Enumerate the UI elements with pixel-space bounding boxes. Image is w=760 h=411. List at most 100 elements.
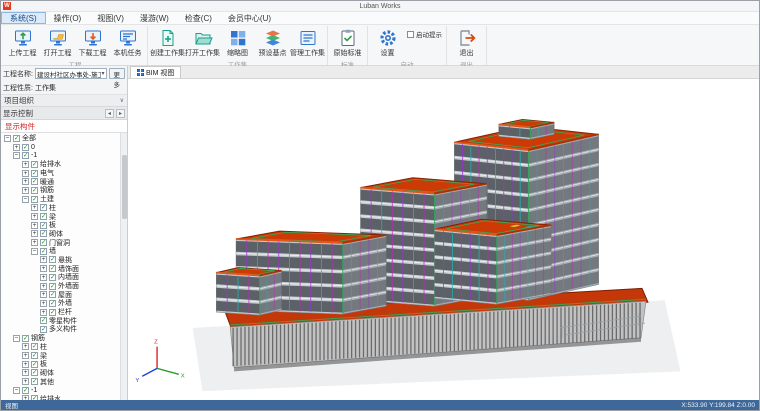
tree-item-4[interactable]: +✓电气: [2, 169, 119, 178]
tree-expander-icon[interactable]: +: [40, 265, 47, 272]
tree-expander-icon[interactable]: +: [40, 309, 47, 316]
tree-item-27[interactable]: +✓砌体: [2, 369, 119, 378]
tree-checkbox[interactable]: ✓: [40, 317, 47, 324]
tree-checkbox[interactable]: ✓: [40, 248, 47, 255]
tree-checkbox[interactable]: ✓: [40, 222, 47, 229]
tree-item-28[interactable]: +✓其他: [2, 377, 119, 386]
tree-checkbox[interactable]: ✓: [49, 283, 56, 290]
tree-expander-icon[interactable]: +: [40, 291, 47, 298]
tree-expander-icon[interactable]: −: [13, 335, 20, 342]
tree-expander-icon[interactable]: +: [22, 352, 29, 359]
menu-item-1[interactable]: 操作(O): [46, 12, 90, 24]
tree-expander-icon[interactable]: +: [40, 283, 47, 290]
tree-checkbox[interactable]: ✓: [31, 170, 38, 177]
tree-checkbox[interactable]: ✓: [31, 361, 38, 368]
tree-checkbox[interactable]: ✓: [49, 256, 56, 263]
tree-expander-icon[interactable]: +: [40, 256, 47, 263]
tree-item-24[interactable]: +✓柱: [2, 343, 119, 352]
tree-expander-icon[interactable]: −: [13, 387, 20, 394]
tree-expander-icon[interactable]: +: [31, 222, 38, 229]
tree-expander-icon[interactable]: +: [40, 300, 47, 307]
tree-checkbox[interactable]: ✓: [49, 265, 56, 272]
tree-expander-icon[interactable]: +: [22, 178, 29, 185]
ribbon-button-exit[interactable]: 退出: [449, 26, 484, 59]
tree-checkbox[interactable]: ✓: [31, 161, 38, 168]
ribbon-button-gear[interactable]: 设置: [370, 26, 405, 59]
tree-checkbox[interactable]: ✓: [49, 274, 56, 281]
tree-checkbox[interactable]: ✓: [31, 395, 38, 400]
tree-expander-icon[interactable]: −: [13, 152, 20, 159]
tree-scrollbar-thumb[interactable]: [122, 155, 127, 219]
display-component-tab[interactable]: 显示构件: [1, 120, 127, 133]
more-button[interactable]: 更多: [109, 68, 125, 79]
tree-expander-icon[interactable]: +: [22, 395, 29, 400]
tree-checkbox[interactable]: ✓: [49, 291, 56, 298]
tree-checkbox[interactable]: ✓: [22, 387, 29, 394]
tree-item-26[interactable]: +✓板: [2, 360, 119, 369]
ribbon-button-manage-workset[interactable]: 管理工作集: [290, 26, 325, 59]
tree-item-25[interactable]: +✓梁: [2, 351, 119, 360]
startup-prompt-checkbox[interactable]: 启动提示: [407, 29, 442, 39]
tree-checkbox[interactable]: ✓: [22, 144, 29, 151]
ribbon-button-standard[interactable]: 原始标准: [330, 26, 365, 59]
tree-expander-icon[interactable]: +: [22, 343, 29, 350]
tree-expander-icon[interactable]: +: [22, 378, 29, 385]
tree-expander-icon[interactable]: +: [13, 144, 20, 151]
tree-checkbox[interactable]: ✓: [40, 230, 47, 237]
tree-checkbox[interactable]: ✓: [31, 343, 38, 350]
tree-expander-icon[interactable]: +: [31, 204, 38, 211]
tree-item-1[interactable]: +✓0: [2, 143, 119, 152]
tree-expander-icon[interactable]: +: [40, 274, 47, 281]
menu-item-3[interactable]: 漫游(W): [132, 12, 177, 24]
tree-expander-icon[interactable]: +: [22, 187, 29, 194]
tree-expander-icon[interactable]: +: [31, 230, 38, 237]
ribbon-button-basepoint[interactable]: 预设基点: [255, 26, 290, 59]
tree-checkbox[interactable]: ✓: [31, 369, 38, 376]
tree-expander-icon[interactable]: +: [22, 161, 29, 168]
tree-expander-icon[interactable]: −: [22, 196, 29, 203]
tree-item-3[interactable]: +✓给排水: [2, 160, 119, 169]
tree-expander-icon[interactable]: +: [22, 170, 29, 177]
tree-item-8[interactable]: +✓柱: [2, 204, 119, 213]
tree-checkbox[interactable]: ✓: [40, 204, 47, 211]
menu-item-5[interactable]: 会员中心(U): [220, 12, 279, 24]
tree-expander-icon[interactable]: +: [22, 369, 29, 376]
tab-bim-view[interactable]: BIM 视图: [130, 66, 181, 78]
ribbon-button-open-workset[interactable]: 打开工作集: [185, 26, 220, 59]
project-org-section[interactable]: 项目组织 ∨: [1, 94, 127, 107]
tree-checkbox[interactable]: ✓: [49, 309, 56, 316]
ribbon-button-upload-monitor[interactable]: 上传工程: [5, 26, 40, 59]
tree-checkbox[interactable]: ✓: [22, 152, 29, 159]
tree-item-7[interactable]: −✓土建: [2, 195, 119, 204]
tree-item-5[interactable]: +✓暖通: [2, 177, 119, 186]
tree-checkbox[interactable]: ✓: [31, 352, 38, 359]
tree-checkbox[interactable]: ✓: [40, 213, 47, 220]
tree-item-22[interactable]: ✓多义构件: [2, 325, 119, 334]
tree-scrollbar[interactable]: [120, 133, 127, 400]
tree-checkbox[interactable]: ✓: [31, 187, 38, 194]
tree-item-6[interactable]: +✓钢筋: [2, 186, 119, 195]
tree-checkbox[interactable]: ✓: [40, 326, 47, 333]
tree-checkbox[interactable]: ✓: [13, 135, 20, 142]
project-name-select[interactable]: 建设村社区办事处-施工模型 ▾: [35, 68, 107, 79]
title-bar[interactable]: W Luban Works: [1, 1, 759, 12]
ribbon-button-local-task[interactable]: 本机任务: [110, 26, 145, 59]
tree-item-12[interactable]: +✓门窗洞: [2, 238, 119, 247]
ribbon-button-thumbnail[interactable]: 缩略图: [220, 26, 255, 59]
tree-expander-icon[interactable]: −: [31, 248, 38, 255]
tree-checkbox[interactable]: ✓: [31, 378, 38, 385]
tree-checkbox[interactable]: ✓: [31, 178, 38, 185]
tree-expander-icon[interactable]: −: [4, 135, 11, 142]
menu-item-4[interactable]: 检查(C): [177, 12, 220, 24]
scroll-left-button[interactable]: ◂: [105, 109, 114, 118]
tree-expander-icon[interactable]: +: [22, 361, 29, 368]
menu-item-0[interactable]: 系统(S): [1, 12, 46, 24]
model-canvas[interactable]: ZXY: [128, 79, 759, 400]
tree-expander-icon[interactable]: +: [31, 239, 38, 246]
ribbon-button-create-workset[interactable]: 创建工作集: [150, 26, 185, 59]
bim-model-svg[interactable]: ZXY: [128, 79, 759, 400]
ribbon-button-open-monitor[interactable]: 打开工程: [40, 26, 75, 59]
tree-checkbox[interactable]: ✓: [40, 239, 47, 246]
ribbon-button-download-monitor[interactable]: 下载工程: [75, 26, 110, 59]
tree-item-0[interactable]: −✓全部: [2, 134, 119, 143]
